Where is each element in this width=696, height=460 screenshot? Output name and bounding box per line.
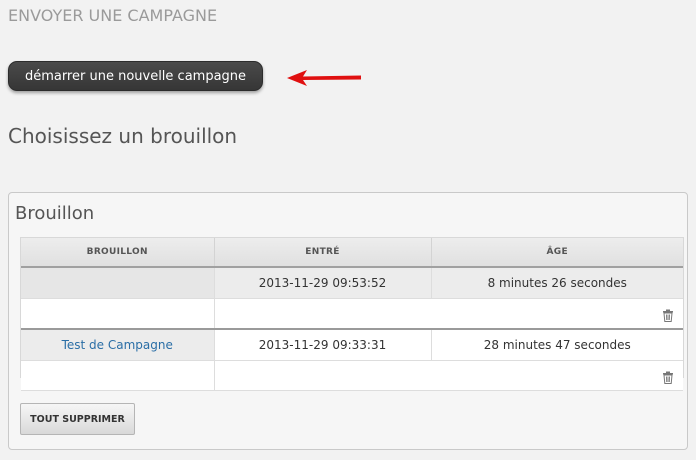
age-cell: 28 minutes 47 secondes	[431, 328, 683, 361]
new-campaign-button[interactable]: démarrer une nouvelle campagne	[8, 61, 263, 91]
draft-name-cell[interactable]	[21, 266, 215, 299]
panel-title: Brouillon	[15, 203, 95, 224]
action-cell	[214, 360, 683, 391]
red-arrow-icon	[287, 70, 361, 86]
table-row: 2013-11-29 09:53:52 8 minutes 26 seconde…	[21, 266, 683, 299]
age-cell: 8 minutes 26 secondes	[431, 266, 683, 299]
trash-icon[interactable]	[662, 371, 674, 384]
table-row-actions	[21, 298, 683, 330]
table-row-actions	[21, 360, 683, 391]
choose-draft-heading: Choisissez un brouillon	[8, 124, 238, 148]
draft-name-cell[interactable]: Test de Campagne	[21, 328, 215, 361]
page-title: ENVOYER UNE CAMPAGNE	[8, 6, 218, 25]
column-header-draft[interactable]: BROUILLON	[21, 238, 215, 268]
column-header-entered[interactable]: ENTRÉ	[214, 238, 432, 268]
drafts-table: BROUILLON ENTRÉ ÂGE 2013-11-29 09:53:52 …	[20, 237, 684, 391]
action-cell-empty	[21, 360, 215, 391]
action-cell-empty	[21, 298, 215, 330]
page: ENVOYER UNE CAMPAGNE démarrer une nouvel…	[0, 0, 696, 460]
action-cell	[214, 298, 683, 330]
delete-all-button[interactable]: TOUT SUPPRIMER	[20, 403, 135, 435]
entered-cell: 2013-11-29 09:33:31	[214, 328, 432, 361]
column-header-age[interactable]: ÂGE	[431, 238, 683, 268]
table-row: Test de Campagne 2013-11-29 09:33:31 28 …	[21, 328, 683, 361]
drafts-panel: Brouillon BROUILLON ENTRÉ ÂGE 2013-11-29…	[8, 192, 688, 450]
entered-cell: 2013-11-29 09:53:52	[214, 266, 432, 299]
trash-icon[interactable]	[662, 309, 674, 322]
draft-link[interactable]: Test de Campagne	[62, 338, 173, 352]
